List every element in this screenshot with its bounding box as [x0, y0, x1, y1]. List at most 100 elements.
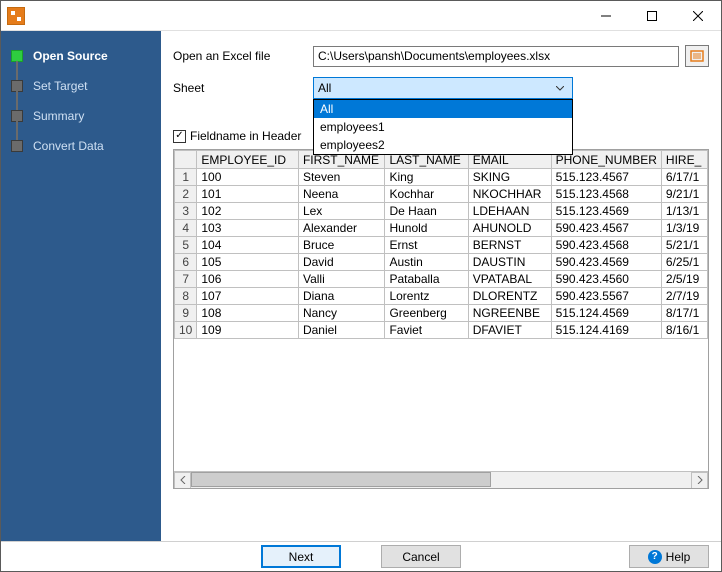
table-cell: Pataballa	[385, 271, 468, 288]
table-cell: 1/3/19	[661, 220, 707, 237]
table-cell: SKING	[468, 169, 551, 186]
scroll-left-arrow[interactable]	[174, 472, 191, 489]
table-cell: DAUSTIN	[468, 254, 551, 271]
rownum-cell: 5	[175, 237, 197, 254]
table-cell: Faviet	[385, 322, 468, 339]
table-cell: 107	[197, 288, 299, 305]
table-cell: DLORENTZ	[468, 288, 551, 305]
table-cell: 109	[197, 322, 299, 339]
table-cell: Valli	[298, 271, 385, 288]
table-cell: BERNST	[468, 237, 551, 254]
scroll-right-arrow[interactable]	[691, 472, 708, 489]
table-row[interactable]: 5104BruceErnstBERNST590.423.45685/21/1	[175, 237, 708, 254]
table-cell: 104	[197, 237, 299, 254]
table-cell: Hunold	[385, 220, 468, 237]
table-cell: Ernst	[385, 237, 468, 254]
sheet-select[interactable]: All	[313, 77, 573, 99]
table-cell: 102	[197, 203, 299, 220]
table-cell: NGREENBE	[468, 305, 551, 322]
browse-file-button[interactable]	[685, 45, 709, 67]
table-cell: Austin	[385, 254, 468, 271]
next-button[interactable]: Next	[261, 545, 341, 568]
table-cell: Alexander	[298, 220, 385, 237]
app-icon	[7, 7, 25, 25]
sheet-label: Sheet	[173, 81, 313, 95]
table-cell: Bruce	[298, 237, 385, 254]
horizontal-scrollbar[interactable]	[174, 471, 708, 488]
data-table: EMPLOYEE_ID FIRST_NAME LAST_NAME EMAIL P…	[173, 149, 709, 489]
table-cell: NKOCHHAR	[468, 186, 551, 203]
table-cell: King	[385, 169, 468, 186]
table-cell: Kochhar	[385, 186, 468, 203]
step-label: Set Target	[33, 79, 87, 93]
table-cell: Greenberg	[385, 305, 468, 322]
table-row[interactable]: 6105DavidAustinDAUSTIN590.423.45696/25/1	[175, 254, 708, 271]
wizard-sidebar: Open Source Set Target Summary Convert D…	[1, 31, 161, 541]
help-button[interactable]: ? Help	[629, 545, 709, 568]
table-row[interactable]: 9108NancyGreenbergNGREENBE515.124.45698/…	[175, 305, 708, 322]
fieldname-label: Fieldname in Header	[190, 129, 301, 143]
table-cell: 590.423.4568	[551, 237, 661, 254]
table-cell: Daniel	[298, 322, 385, 339]
table-cell: Lorentz	[385, 288, 468, 305]
rownum-cell: 1	[175, 169, 197, 186]
file-path-input[interactable]	[313, 46, 679, 67]
table-cell: 590.423.4560	[551, 271, 661, 288]
table-cell: 108	[197, 305, 299, 322]
table-cell: Neena	[298, 186, 385, 203]
help-icon: ?	[648, 550, 662, 564]
table-cell: 9/21/1	[661, 186, 707, 203]
rownum-cell: 3	[175, 203, 197, 220]
col-employee-id[interactable]: EMPLOYEE_ID	[197, 151, 299, 169]
rownum-cell: 2	[175, 186, 197, 203]
table-cell: 1/13/1	[661, 203, 707, 220]
table-cell: De Haan	[385, 203, 468, 220]
footer: Next Cancel ? Help	[1, 541, 721, 571]
table-cell: 590.423.5567	[551, 288, 661, 305]
table-row[interactable]: 8107DianaLorentzDLORENTZ590.423.55672/7/…	[175, 288, 708, 305]
scroll-thumb[interactable]	[191, 472, 491, 487]
step-open-source[interactable]: Open Source	[1, 41, 161, 71]
table-cell: Nancy	[298, 305, 385, 322]
table-row[interactable]: 7106ValliPataballaVPATABAL590.423.45602/…	[175, 271, 708, 288]
table-cell: 590.423.4569	[551, 254, 661, 271]
rownum-cell: 9	[175, 305, 197, 322]
table-cell: 6/17/1	[661, 169, 707, 186]
sheet-dropdown: All employees1 employees2	[313, 99, 573, 155]
table-row[interactable]: 1100StevenKingSKING515.123.45676/17/1	[175, 169, 708, 186]
cancel-button[interactable]: Cancel	[381, 545, 461, 568]
table-row[interactable]: 4103AlexanderHunoldAHUNOLD590.423.45671/…	[175, 220, 708, 237]
table-cell: 515.124.4569	[551, 305, 661, 322]
step-summary[interactable]: Summary	[1, 101, 161, 131]
table-cell: 6/25/1	[661, 254, 707, 271]
sheet-option-1[interactable]: employees1	[314, 118, 572, 136]
col-hire-date[interactable]: HIRE_	[661, 151, 707, 169]
minimize-button[interactable]	[583, 1, 629, 31]
maximize-button[interactable]	[629, 1, 675, 31]
table-cell: 8/17/1	[661, 305, 707, 322]
table-row[interactable]: 3102LexDe HaanLDEHAAN515.123.45691/13/1	[175, 203, 708, 220]
step-set-target[interactable]: Set Target	[1, 71, 161, 101]
table-cell: Steven	[298, 169, 385, 186]
table-row[interactable]: 10109DanielFavietDFAVIET515.124.41698/16…	[175, 322, 708, 339]
table-cell: 515.123.4568	[551, 186, 661, 203]
table-cell: 8/16/1	[661, 322, 707, 339]
chevron-down-icon	[552, 81, 568, 95]
table-cell: 105	[197, 254, 299, 271]
step-label: Convert Data	[33, 139, 104, 153]
close-button[interactable]	[675, 1, 721, 31]
fieldname-checkbox[interactable]: ✓	[173, 130, 186, 143]
table-cell: 515.124.4169	[551, 322, 661, 339]
rownum-cell: 6	[175, 254, 197, 271]
sheet-option-all[interactable]: All	[314, 100, 572, 118]
table-row[interactable]: 2101NeenaKochharNKOCHHAR515.123.45689/21…	[175, 186, 708, 203]
table-cell: 2/5/19	[661, 271, 707, 288]
table-cell: VPATABAL	[468, 271, 551, 288]
sheet-option-2[interactable]: employees2	[314, 136, 572, 154]
step-convert-data[interactable]: Convert Data	[1, 131, 161, 161]
table-cell: 515.123.4567	[551, 169, 661, 186]
table-cell: 515.123.4569	[551, 203, 661, 220]
main-panel: Open an Excel file Sheet All All employe…	[161, 31, 721, 541]
step-label: Open Source	[33, 49, 108, 63]
rownum-cell: 8	[175, 288, 197, 305]
